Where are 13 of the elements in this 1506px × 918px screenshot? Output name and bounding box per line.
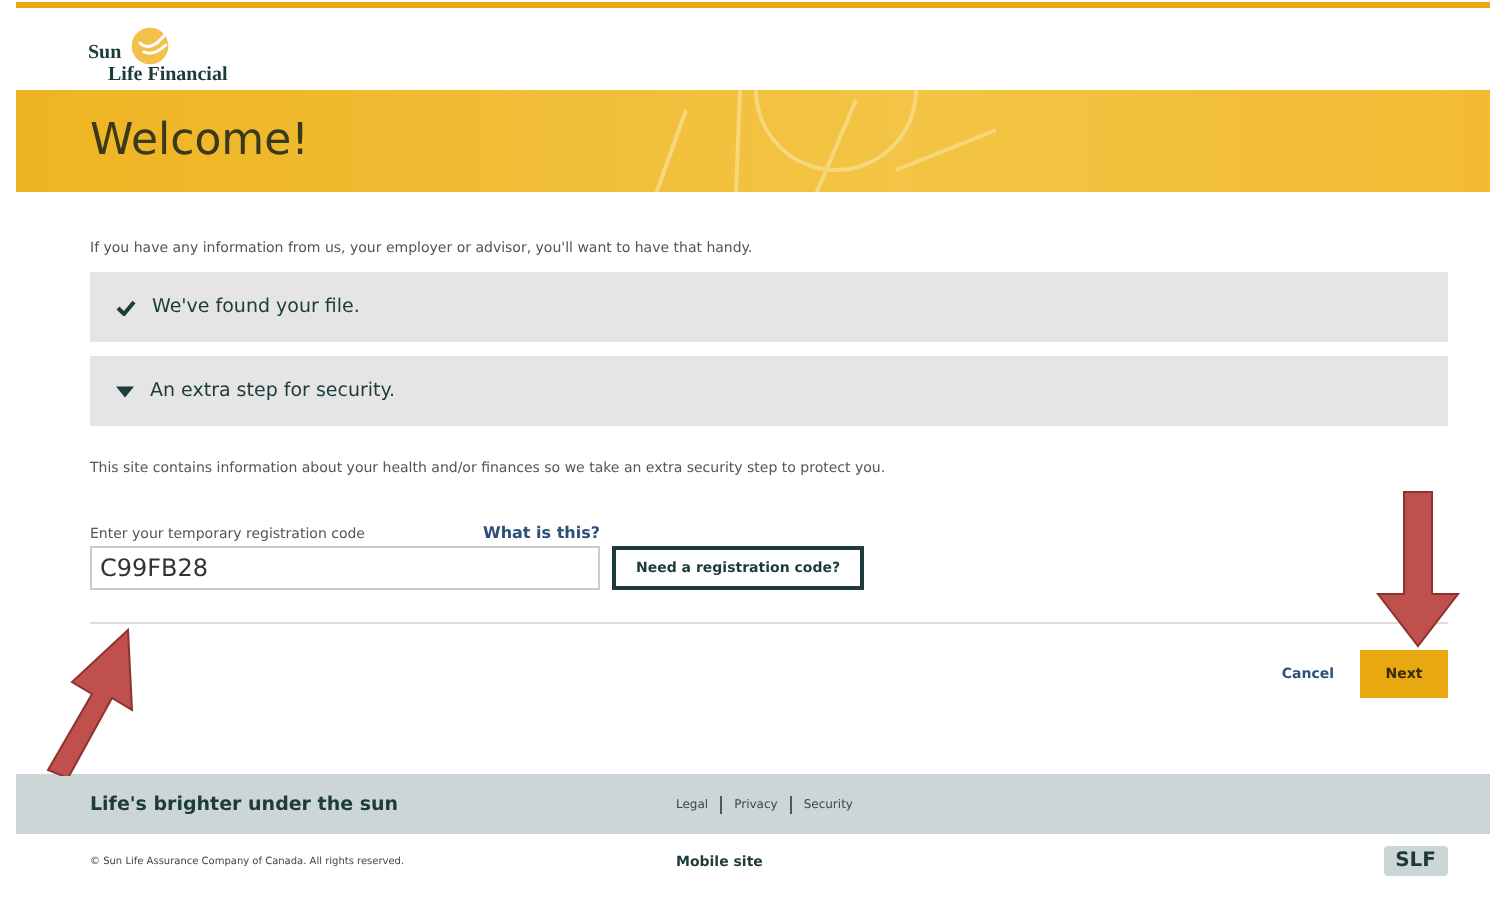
step-panel[interactable]: We've found your file. xyxy=(90,272,1448,342)
page-title: Welcome! xyxy=(90,116,309,166)
sun-logo-icon xyxy=(128,24,172,68)
help-link[interactable]: What is this? xyxy=(483,524,600,542)
slf-badge: SLF xyxy=(1383,846,1448,876)
annotation-arrow-icon xyxy=(1374,490,1462,650)
logo-text: Sun xyxy=(88,42,124,64)
step-panel[interactable]: An extra step for security. xyxy=(90,356,1448,426)
caret-down-icon xyxy=(116,385,134,397)
footer-tagline: Life's brighter under the sun xyxy=(90,793,401,815)
registration-code-field[interactable]: C99FB28 xyxy=(90,546,600,590)
check-icon xyxy=(116,299,136,315)
logo-text: Life Financial xyxy=(106,64,228,86)
